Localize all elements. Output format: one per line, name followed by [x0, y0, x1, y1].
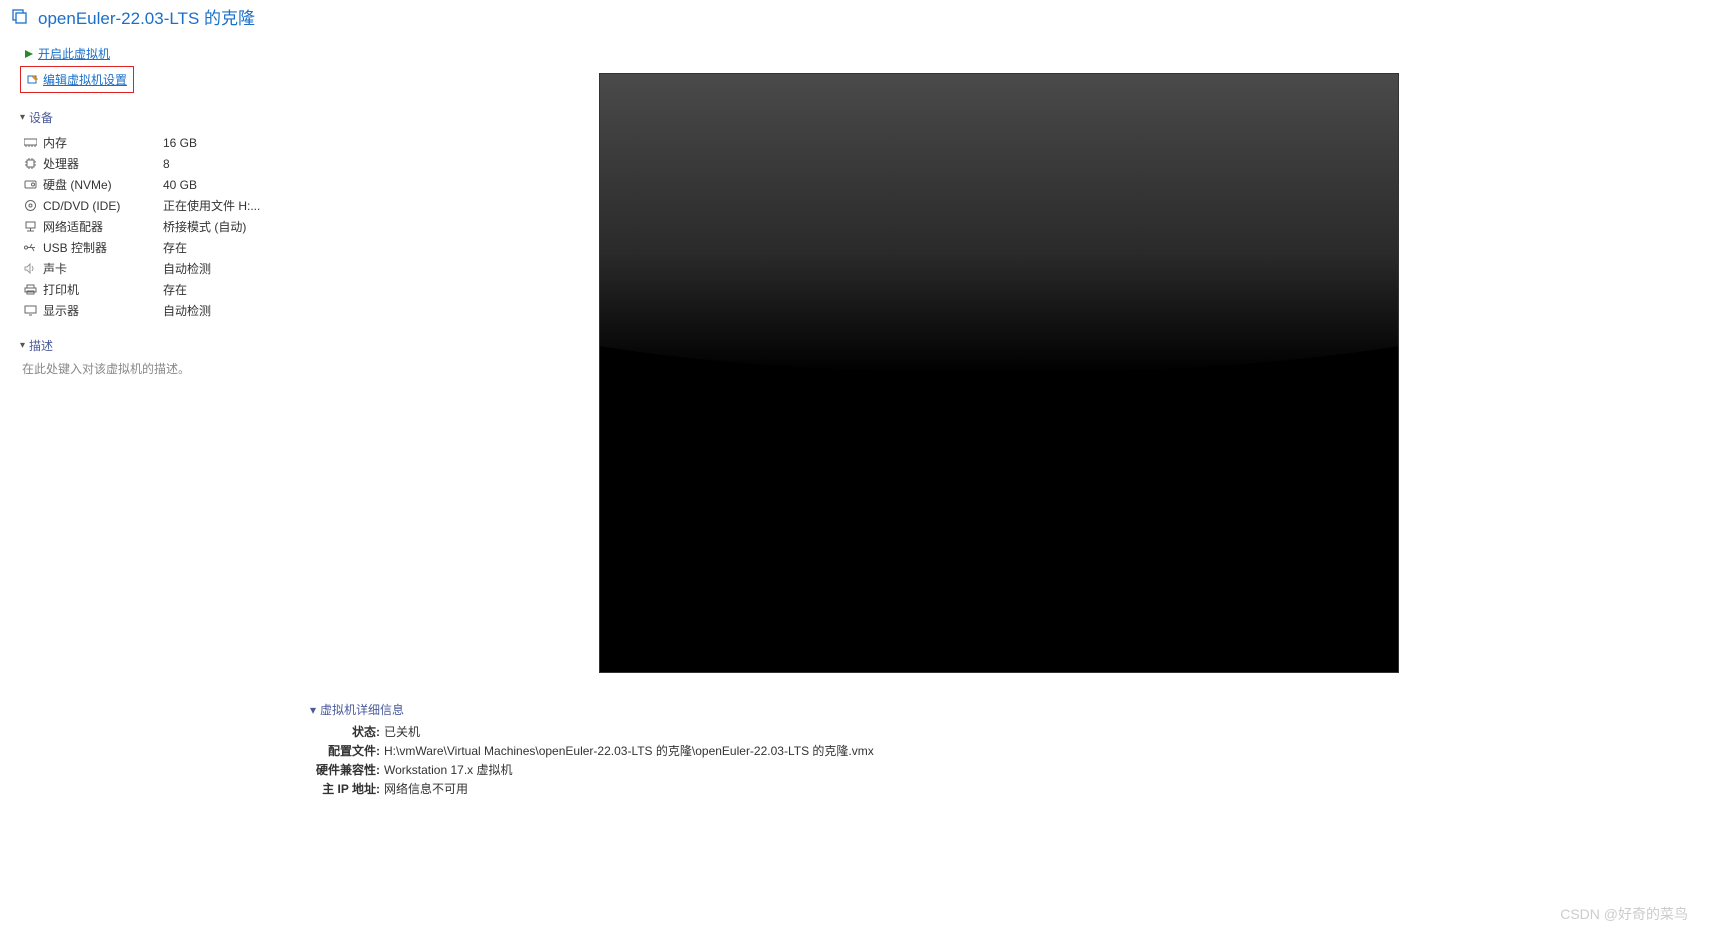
details-section-header[interactable]: ▾ 虚拟机详细信息 [310, 701, 1688, 718]
detail-label: 硬件兼容性: [310, 761, 380, 778]
detail-label: 配置文件: [310, 742, 380, 759]
play-icon [24, 49, 34, 59]
detail-row-hw-compat: 硬件兼容性: Workstation 17.x 虚拟机 [310, 760, 1688, 779]
vm-tab-header: openEuler-22.03-LTS 的克隆 [0, 0, 1718, 33]
device-list: 内存 16 GB 处理器 8 硬盘 (NVMe) 40 GB CD/DVD (I… [20, 132, 270, 321]
detail-value: Workstation 17.x 虚拟机 [384, 761, 513, 778]
watermark: CSDN @好奇的菜鸟 [1560, 904, 1688, 924]
device-label: 声卡 [43, 260, 163, 277]
device-row-printer[interactable]: 打印机 存在 [20, 279, 270, 300]
details-section-label: 虚拟机详细信息 [320, 701, 404, 718]
preview-container [310, 33, 1688, 673]
device-value: 16 GB [163, 136, 197, 150]
memory-icon [22, 136, 38, 150]
device-value: 40 GB [163, 178, 197, 192]
device-value: 8 [163, 157, 170, 171]
detail-label: 主 IP 地址: [310, 780, 380, 797]
device-value: 正在使用文件 H:... [163, 197, 260, 214]
device-value: 存在 [163, 281, 187, 298]
device-value: 桥接模式 (自动) [163, 218, 246, 235]
detail-row-ip: 主 IP 地址: 网络信息不可用 [310, 779, 1688, 798]
device-label: 内存 [43, 134, 163, 151]
detail-value: H:\vmWare\Virtual Machines\openEuler-22.… [384, 742, 874, 759]
edit-settings-label: 编辑虚拟机设置 [43, 71, 127, 88]
device-label: 网络适配器 [43, 218, 163, 235]
edit-settings-icon [27, 74, 39, 86]
main-area: ▾ 虚拟机详细信息 状态: 已关机 配置文件: H:\vmWare\Virtua… [280, 33, 1718, 933]
detail-row-config: 配置文件: H:\vmWare\Virtual Machines\openEul… [310, 741, 1688, 760]
details-list: 状态: 已关机 配置文件: H:\vmWare\Virtual Machines… [310, 722, 1688, 798]
printer-icon [22, 283, 38, 297]
device-label: 显示器 [43, 302, 163, 319]
device-row-cpu[interactable]: 处理器 8 [20, 153, 270, 174]
sound-icon [22, 262, 38, 276]
description-section-label: 描述 [29, 337, 53, 354]
network-icon [22, 220, 38, 234]
cd-icon [22, 199, 38, 213]
caret-down-icon: ▾ [20, 340, 25, 351]
disk-icon [22, 178, 38, 192]
device-row-network[interactable]: 网络适配器 桥接模式 (自动) [20, 216, 270, 237]
caret-down-icon: ▾ [310, 703, 316, 717]
caret-down-icon: ▾ [20, 112, 25, 123]
display-icon [22, 304, 38, 318]
devices-section-label: 设备 [29, 109, 53, 126]
device-value: 自动检测 [163, 302, 211, 319]
device-row-disk[interactable]: 硬盘 (NVMe) 40 GB [20, 174, 270, 195]
detail-row-state: 状态: 已关机 [310, 722, 1688, 741]
device-label: 打印机 [43, 281, 163, 298]
edit-vm-settings-link[interactable]: 编辑虚拟机设置 [20, 66, 134, 93]
device-label: CD/DVD (IDE) [43, 199, 163, 213]
detail-value: 已关机 [384, 723, 420, 740]
device-row-display[interactable]: 显示器 自动检测 [20, 300, 270, 321]
vm-preview-gloss [599, 74, 1399, 373]
power-on-vm-link[interactable]: 开启此虚拟机 [20, 43, 270, 64]
vm-screen-preview[interactable] [599, 73, 1399, 673]
power-on-label: 开启此虚拟机 [38, 45, 110, 62]
sidebar: 开启此虚拟机 编辑虚拟机设置 ▾ 设备 内存 16 GB 处理器 [0, 33, 280, 933]
device-value: 自动检测 [163, 260, 211, 277]
device-row-cd[interactable]: CD/DVD (IDE) 正在使用文件 H:... [20, 195, 270, 216]
device-label: USB 控制器 [43, 239, 163, 256]
devices-section-header[interactable]: ▾ 设备 [20, 109, 270, 126]
vm-title: openEuler-22.03-LTS 的克隆 [38, 4, 255, 29]
detail-label: 状态: [310, 723, 380, 740]
usb-icon [22, 241, 38, 255]
device-row-memory[interactable]: 内存 16 GB [20, 132, 270, 153]
detail-value: 网络信息不可用 [384, 780, 468, 797]
description-placeholder[interactable]: 在此处键入对该虚拟机的描述。 [22, 360, 270, 377]
device-label: 硬盘 (NVMe) [43, 176, 163, 193]
vm-icon [10, 7, 30, 27]
cpu-icon [22, 157, 38, 171]
device-label: 处理器 [43, 155, 163, 172]
description-section-header[interactable]: ▾ 描述 [20, 337, 270, 354]
device-row-sound[interactable]: 声卡 自动检测 [20, 258, 270, 279]
device-value: 存在 [163, 239, 187, 256]
device-row-usb[interactable]: USB 控制器 存在 [20, 237, 270, 258]
